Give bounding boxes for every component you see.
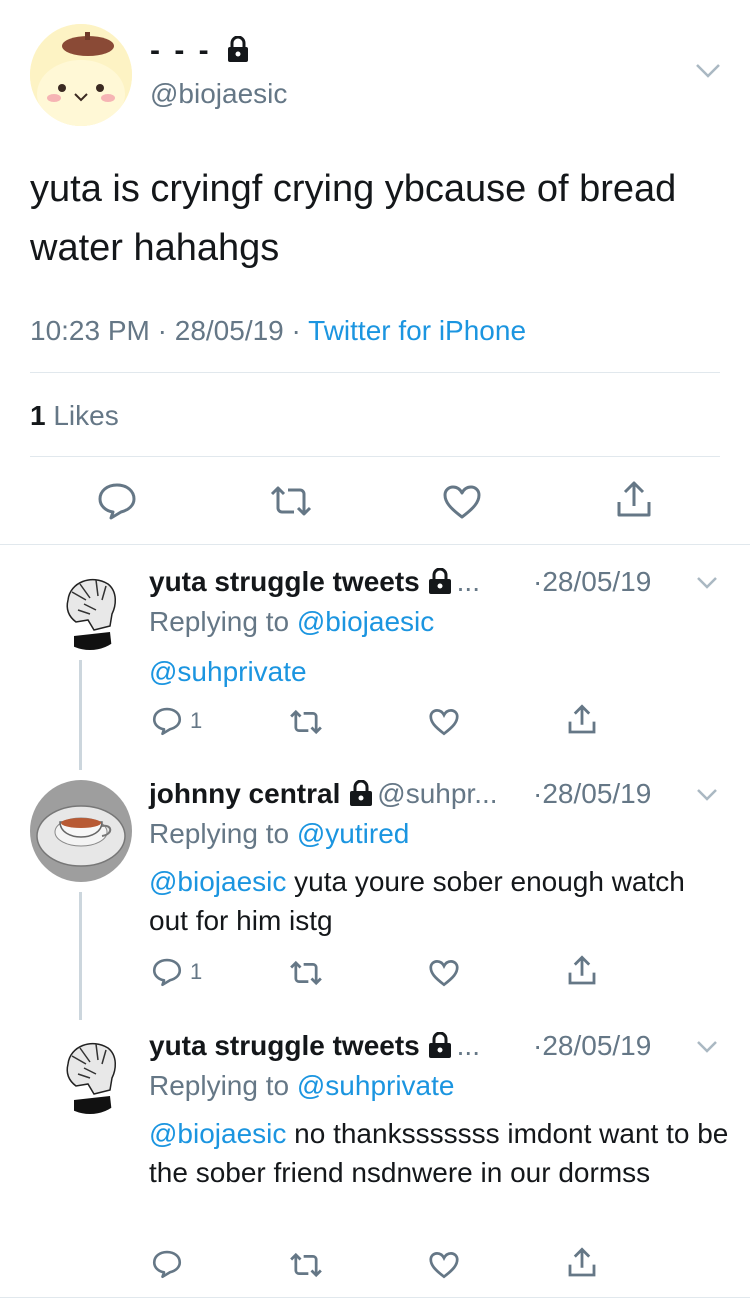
reply-date[interactable]: 28/05/19 [542,778,651,809]
reply-retweet-button[interactable] [288,708,324,741]
reply-date-wrap: ·28/05/19 [533,1030,652,1061]
divider [30,372,720,373]
reply-author-handle[interactable]: ... [457,1030,480,1061]
display-name-text: - - - [150,34,212,67]
author-display-name[interactable]: - - - [150,34,249,68]
reply-reply-button[interactable] [152,1249,182,1284]
share-icon [568,704,596,734]
reply-header: yuta struggle tweets ... [149,1030,480,1062]
reply-more-button[interactable] [695,1039,719,1060]
lock-icon [227,35,248,62]
heart-icon [429,708,459,736]
likes-count: 1 [30,400,46,431]
retweet-icon [270,486,312,516]
author-avatar[interactable] [30,24,132,126]
heart-icon [429,1251,459,1279]
thread-line [79,660,82,770]
chevron-down-icon [697,1041,717,1053]
reply-like-button[interactable] [428,959,460,992]
replying-to: Replying to @yutired [149,818,409,850]
likes-summary[interactable]: 1 Likes [30,400,119,432]
reply-text: @biojaesic no thanksssssss imdont want t… [149,1114,729,1192]
reply-author-name[interactable]: yuta struggle tweets [149,1030,420,1061]
reply-avatar[interactable] [30,780,132,882]
lock-icon [429,567,452,594]
lock-icon [349,779,372,806]
replying-to: Replying to @biojaesic [149,606,434,638]
reply-share-button[interactable] [566,704,598,741]
chevron-down-icon [696,64,720,78]
reply-mention[interactable]: @biojaesic [149,866,286,897]
share-icon [617,481,651,517]
reply-more-button[interactable] [695,787,719,808]
reply-header: johnny central @suhpr... [149,778,498,810]
reply-date[interactable]: 28/05/19 [542,566,651,597]
reply-icon [152,707,182,736]
reply-author-name[interactable]: johnny central [149,778,340,809]
reply-text: @biojaesic yuta youre sober enough watch… [149,862,729,940]
tweet-date: 28/05/19 [174,315,284,346]
reply-count: 1 [190,708,203,733]
reply-more-button[interactable] [695,575,719,596]
reply-retweet-button[interactable] [288,1251,324,1284]
replying-prefix: Replying to [149,1070,290,1101]
retweet-icon [290,709,322,735]
reply-mention[interactable]: @biojaesic [149,1118,286,1149]
lock-icon [429,1031,452,1058]
reply-reply-button[interactable]: 1 [152,957,202,992]
divider [0,1297,750,1298]
tweet-meta: 10:23 PM · 28/05/19 · Twitter for iPhone [30,315,527,346]
reply-count: 1 [190,959,203,984]
reply-text: @suhprivate [149,652,729,691]
reply-author-name[interactable]: yuta struggle tweets [149,566,420,597]
divider [30,456,720,457]
reply-icon [98,483,136,520]
chevron-down-icon [697,789,717,801]
retweet-button[interactable] [268,484,314,518]
tweet-text: yuta is cryingf crying ybcause of bread … [30,168,677,269]
like-button[interactable] [442,484,482,520]
reply-date-wrap: ·28/05/19 [533,778,652,809]
share-icon [568,1247,596,1277]
heart-icon [429,959,459,987]
reply-author-handle[interactable]: @suhpr... [377,778,497,809]
replying-to-handle[interactable]: @biojaesic [297,606,434,637]
reply-retweet-button[interactable] [288,959,324,992]
reply-header: yuta struggle tweets ... [149,566,480,598]
replying-prefix: Replying to [149,606,290,637]
share-button[interactable] [614,480,654,520]
replying-to-handle[interactable]: @yutired [297,818,409,849]
reply-date-wrap: ·28/05/19 [533,566,652,597]
tweet-time: 10:23 PM [30,315,150,346]
reply-avatar[interactable] [50,570,130,650]
reply-date[interactable]: 28/05/19 [542,1030,651,1061]
tweet-source-link[interactable]: Twitter for iPhone [308,315,526,346]
chevron-down-icon [697,577,717,589]
replying-prefix: Replying to [149,818,290,849]
reply-author-handle[interactable]: ... [457,566,480,597]
reply-mention[interactable]: @suhprivate [149,656,307,687]
replying-to-handle[interactable]: @suhprivate [297,1070,455,1101]
more-chevron-button[interactable] [694,62,722,85]
reply-like-button[interactable] [428,708,460,741]
author-handle[interactable]: @biojaesic [150,78,287,110]
reply-share-button[interactable] [566,955,598,992]
replying-to: Replying to @suhprivate [149,1070,454,1102]
reply-icon [152,958,182,987]
thread-line [79,892,82,1020]
divider [0,544,750,545]
reply-icon [152,1250,182,1279]
heart-icon [443,485,481,519]
reply-share-button[interactable] [566,1247,598,1284]
retweet-icon [290,1252,322,1278]
reply-reply-button[interactable]: 1 [152,706,202,741]
retweet-icon [290,960,322,986]
reply-avatar[interactable] [50,1034,130,1114]
likes-label: Likes [53,400,119,431]
reply-like-button[interactable] [428,1251,460,1284]
share-icon [568,955,596,985]
reply-button[interactable] [97,482,137,520]
